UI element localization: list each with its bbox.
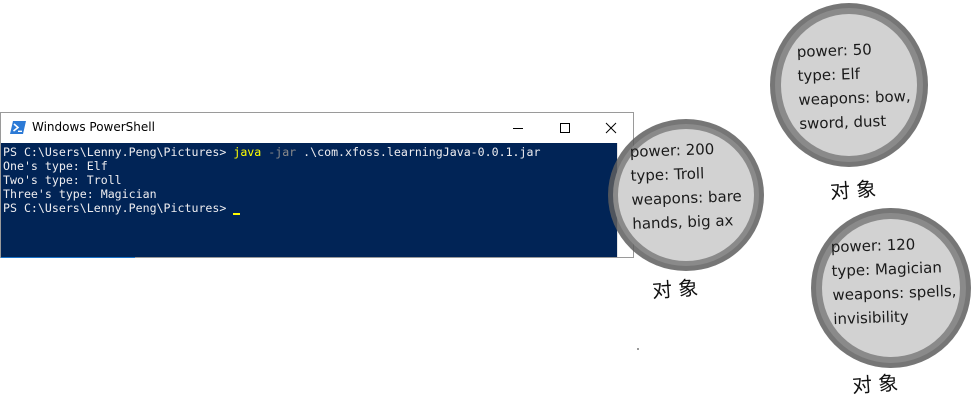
output-line: Two's type: Troll (3, 173, 122, 187)
prompt: PS C:\Users\Lenny.Peng\Pictures> (3, 201, 234, 215)
stray-dot (637, 348, 639, 350)
current-prompt-line: PS C:\Users\Lenny.Peng\Pictures> (3, 201, 617, 215)
command-flag: -jar (261, 145, 297, 159)
object-caption: 对象 (851, 370, 905, 398)
object-fields: power: 120 type: Magician weapons: spell… (830, 231, 957, 331)
output-line: Three's type: Magician (3, 187, 157, 201)
object-caption: 对象 (829, 176, 883, 204)
powershell-window[interactable]: Windows PowerShell PS C:\Users\Lenny.Pen… (0, 112, 634, 258)
minimize-button[interactable] (495, 113, 541, 143)
powershell-icon (10, 121, 26, 134)
title-bar[interactable]: Windows PowerShell (1, 113, 633, 143)
object-fields: power: 50 type: Elf weapons: bow, sword,… (796, 36, 912, 136)
scroll-indicator (1, 257, 135, 258)
object-magician: power: 120 type: Magician weapons: spell… (807, 205, 975, 373)
maximize-button[interactable] (542, 113, 588, 143)
object-troll: power: 200 type: Troll weapons: bare han… (604, 116, 768, 280)
weapons-field-cont: sword, dust (798, 111, 887, 133)
weapons-field-cont: hands, big ax (631, 211, 734, 233)
maximize-icon (560, 123, 570, 133)
command-arg: .\com.xfoss.learningJava-0.0.1.jar (296, 145, 541, 159)
prompt: PS C:\Users\Lenny.Peng\Pictures> (3, 145, 234, 159)
minimize-icon (513, 128, 523, 129)
object-fields: power: 200 type: Troll weapons: bare han… (629, 136, 743, 236)
weapons-field: weapons: spells, (832, 281, 957, 305)
window-title: Windows PowerShell (32, 120, 155, 134)
command-line: PS C:\Users\Lenny.Peng\Pictures> java -j… (3, 145, 617, 159)
text-cursor (233, 213, 241, 215)
object-caption: 对象 (651, 275, 705, 303)
object-elf: power: 50 type: Elf weapons: bow, sword,… (766, 0, 932, 170)
weapons-field-cont: invisibility (832, 307, 910, 329)
console-area[interactable]: PS C:\Users\Lenny.Peng\Pictures> java -j… (1, 143, 617, 257)
command-name: java (233, 145, 262, 159)
weapons-field: weapons: bow, (798, 87, 911, 109)
output-line: One's type: Elf (3, 159, 108, 173)
